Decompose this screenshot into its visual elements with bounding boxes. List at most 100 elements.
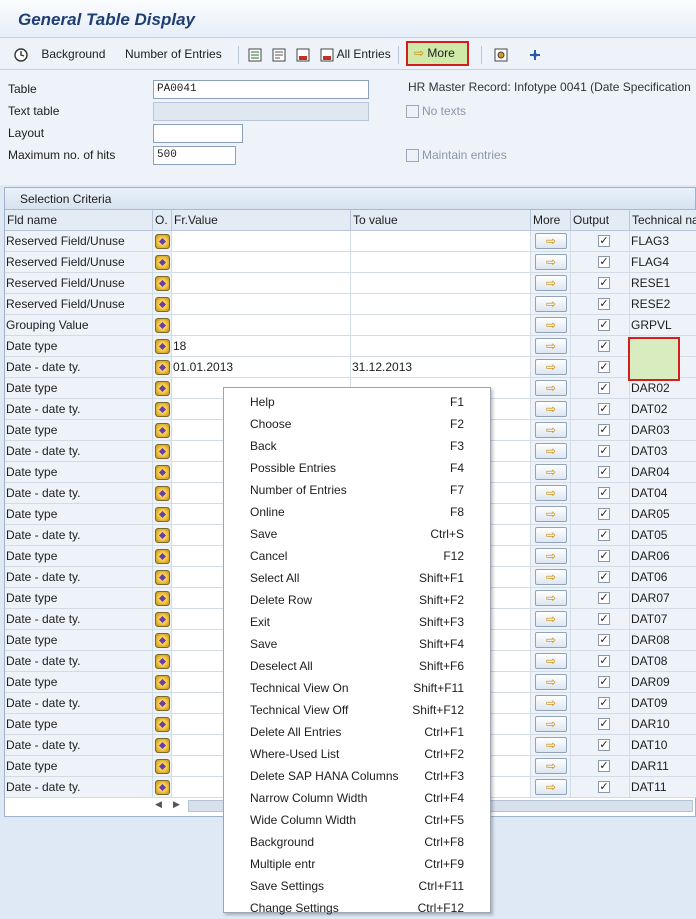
selection-option-icon[interactable]: [155, 738, 170, 753]
from-value-input[interactable]: [172, 315, 351, 336]
document-icon-button[interactable]: [272, 38, 286, 70]
from-value-input[interactable]: [172, 252, 351, 273]
table-field[interactable]: PA0041: [153, 80, 369, 99]
selection-option-icon[interactable]: [155, 276, 170, 291]
output-checkbox[interactable]: ✓: [598, 655, 610, 667]
multiple-selection-button[interactable]: ⇨: [535, 779, 567, 795]
selection-option-icon[interactable]: [155, 318, 170, 333]
col-header-fr-value[interactable]: Fr.Value: [172, 210, 351, 231]
selection-option-icon[interactable]: [155, 339, 170, 354]
option-cell[interactable]: [153, 567, 172, 588]
output-checkbox[interactable]: ✓: [598, 571, 610, 583]
multiple-selection-button[interactable]: ⇨: [535, 716, 567, 732]
from-value-input[interactable]: [172, 231, 351, 252]
option-cell[interactable]: [153, 546, 172, 567]
multiple-selection-button[interactable]: ⇨: [535, 296, 567, 312]
option-cell[interactable]: [153, 441, 172, 462]
output-checkbox[interactable]: ✓: [598, 781, 610, 793]
option-cell[interactable]: [153, 672, 172, 693]
option-cell[interactable]: [153, 714, 172, 735]
multiple-selection-button[interactable]: ⇨: [535, 338, 567, 354]
scroll-left-icon[interactable]: ◀: [155, 799, 162, 810]
max-hits-field[interactable]: 500: [153, 146, 236, 165]
output-checkbox[interactable]: ✓: [598, 466, 610, 478]
col-header-fld-name[interactable]: Fld name: [5, 210, 153, 231]
multiple-selection-button[interactable]: ⇨: [535, 569, 567, 585]
context-menu-item[interactable]: Online F8: [224, 501, 490, 523]
output-checkbox[interactable]: ✓: [598, 298, 610, 310]
selection-option-icon[interactable]: [155, 759, 170, 774]
scroll-right-icon[interactable]: ▶: [173, 799, 180, 810]
option-cell[interactable]: [153, 777, 172, 798]
multiple-selection-button[interactable]: ⇨: [535, 653, 567, 669]
selection-option-icon[interactable]: [155, 234, 170, 249]
selection-option-icon[interactable]: [155, 696, 170, 711]
option-cell[interactable]: [153, 252, 172, 273]
output-checkbox[interactable]: ✓: [598, 760, 610, 772]
col-header-more[interactable]: More: [531, 210, 571, 231]
context-menu-item[interactable]: Change Settings Ctrl+F12: [224, 897, 490, 919]
col-header-op[interactable]: O.: [153, 210, 172, 231]
number-of-entries-button[interactable]: Number of Entries: [125, 38, 222, 70]
option-cell[interactable]: [153, 357, 172, 378]
option-cell[interactable]: [153, 609, 172, 630]
output-checkbox[interactable]: ✓: [598, 634, 610, 646]
to-value-input[interactable]: [351, 231, 531, 252]
layout-field[interactable]: [153, 124, 243, 143]
context-menu-item[interactable]: Background Ctrl+F8: [224, 831, 490, 853]
output-checkbox[interactable]: ✓: [598, 403, 610, 415]
output-checkbox[interactable]: ✓: [598, 256, 610, 268]
to-value-input[interactable]: [351, 252, 531, 273]
option-cell[interactable]: [153, 315, 172, 336]
selection-option-icon[interactable]: [155, 633, 170, 648]
context-menu-item[interactable]: Technical View On Shift+F11: [224, 677, 490, 699]
context-menu-item[interactable]: Deselect All Shift+F6: [224, 655, 490, 677]
multiple-selection-button[interactable]: ⇨: [535, 674, 567, 690]
selection-option-icon[interactable]: [155, 717, 170, 732]
output-checkbox[interactable]: ✓: [598, 277, 610, 289]
multiple-selection-button[interactable]: ⇨: [535, 254, 567, 270]
to-value-input[interactable]: 31.12.2013: [351, 357, 531, 378]
output-checkbox[interactable]: ✓: [598, 592, 610, 604]
context-menu-item[interactable]: Save Shift+F4: [224, 633, 490, 655]
option-cell[interactable]: [153, 231, 172, 252]
output-checkbox[interactable]: ✓: [598, 718, 610, 730]
multiple-selection-button[interactable]: ⇨: [535, 422, 567, 438]
multiple-selection-button[interactable]: ⇨: [535, 464, 567, 480]
selection-option-icon[interactable]: [155, 675, 170, 690]
selection-option-icon[interactable]: [155, 381, 170, 396]
output-checkbox[interactable]: ✓: [598, 235, 610, 247]
multiple-selection-button[interactable]: ⇨: [535, 443, 567, 459]
multiple-selection-button[interactable]: ⇨: [535, 506, 567, 522]
multiple-selection-button[interactable]: ⇨: [535, 233, 567, 249]
more-button[interactable]: ⇨ More: [406, 41, 469, 66]
option-cell[interactable]: [153, 462, 172, 483]
from-value-input[interactable]: 18: [172, 336, 351, 357]
multiple-selection-button[interactable]: ⇨: [535, 275, 567, 291]
selection-option-icon[interactable]: [155, 486, 170, 501]
maintain-entries-checkbox[interactable]: [406, 149, 419, 162]
multiple-selection-button[interactable]: ⇨: [535, 359, 567, 375]
context-menu-item[interactable]: Select All Shift+F1: [224, 567, 490, 589]
output-checkbox[interactable]: ✓: [598, 550, 610, 562]
multiple-selection-button[interactable]: ⇨: [535, 611, 567, 627]
delete-entries-button[interactable]: [296, 38, 310, 70]
context-menu-item[interactable]: Save Ctrl+S: [224, 523, 490, 545]
multiple-selection-button[interactable]: ⇨: [535, 758, 567, 774]
col-header-to-value[interactable]: To value: [351, 210, 531, 231]
context-menu-item[interactable]: Cancel F12: [224, 545, 490, 567]
output-checkbox[interactable]: ✓: [598, 382, 610, 394]
option-cell[interactable]: [153, 588, 172, 609]
option-cell[interactable]: [153, 336, 172, 357]
context-menu-item[interactable]: Technical View Off Shift+F12: [224, 699, 490, 721]
selection-option-icon[interactable]: [155, 612, 170, 627]
col-header-technical[interactable]: Technical na: [630, 210, 696, 231]
context-menu-item[interactable]: Possible Entries F4: [224, 457, 490, 479]
context-menu-item[interactable]: Exit Shift+F3: [224, 611, 490, 633]
from-value-input[interactable]: [172, 294, 351, 315]
context-menu-item[interactable]: Delete Row Shift+F2: [224, 589, 490, 611]
output-checkbox[interactable]: ✓: [598, 445, 610, 457]
option-cell[interactable]: [153, 735, 172, 756]
option-cell[interactable]: [153, 294, 172, 315]
option-cell[interactable]: [153, 483, 172, 504]
